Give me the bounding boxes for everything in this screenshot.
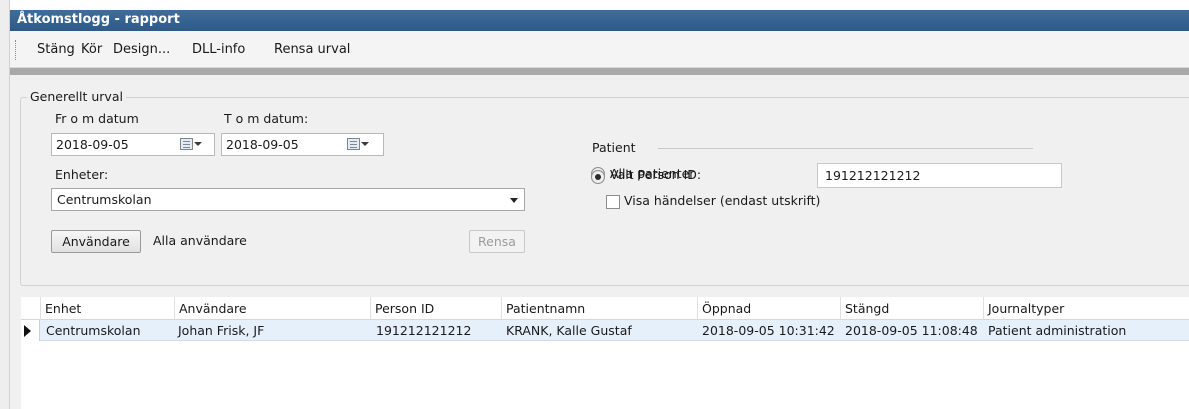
- row-selector[interactable]: [21, 320, 40, 341]
- menu-item-design[interactable]: Design...: [113, 42, 170, 57]
- from-date-value: 2018-09-05: [56, 137, 129, 152]
- cell-journaltyper[interactable]: Patient administration: [988, 320, 1126, 341]
- cell-enhet[interactable]: Centrumskolan: [46, 320, 141, 341]
- clear-users-button[interactable]: Rensa: [469, 230, 525, 253]
- menu-item-stang[interactable]: Stäng: [37, 42, 75, 57]
- units-label: Enheter:: [55, 167, 109, 182]
- column-header-oppnad[interactable]: Öppnad: [697, 297, 840, 320]
- selected-person-label: Valt Person ID:: [610, 167, 702, 182]
- column-header-person-id[interactable]: Person ID: [370, 297, 501, 320]
- grid-header: Enhet Användare Person ID Patientnamn Öp…: [21, 297, 1189, 320]
- dropdown-arrow-icon: [510, 198, 518, 203]
- window-left-edge: [0, 0, 10, 409]
- to-date-picker[interactable]: 2018-09-05: [221, 133, 384, 156]
- column-header-anvandare[interactable]: Användare: [174, 297, 370, 320]
- cell-oppnad[interactable]: 2018-09-05 10:31:42: [702, 320, 835, 341]
- window-title: Åtkomstlogg - rapport: [17, 12, 180, 27]
- users-selection-value: Alla användare: [153, 233, 247, 248]
- calendar-icon: [180, 138, 193, 150]
- menu-item-kor[interactable]: Kör: [81, 42, 102, 57]
- chevron-down-icon: [194, 142, 202, 146]
- from-date-label: Fr o m datum: [55, 111, 139, 126]
- menu-item-dll-info[interactable]: DLL-info: [192, 42, 245, 57]
- chevron-down-icon: [361, 142, 369, 146]
- to-date-value: 2018-09-05: [226, 137, 299, 152]
- cell-patientnamn[interactable]: KRANK, Kalle Gustaf: [506, 320, 632, 341]
- window-titlebar: Åtkomstlogg - rapport: [10, 10, 1189, 31]
- column-header-journaltyper[interactable]: Journaltyper: [983, 297, 1189, 320]
- toolbar-separator: [10, 68, 1189, 75]
- from-date-dropdown-button[interactable]: [180, 137, 202, 153]
- show-events-label: Visa händelser (endast utskrift): [624, 193, 821, 208]
- to-date-dropdown-button[interactable]: [347, 137, 369, 153]
- toolbar-grip-handle[interactable]: [15, 40, 18, 60]
- menu-bar: Stäng Kör Design... DLL-info Rensa urval: [10, 31, 1189, 68]
- menu-item-rensa-urval[interactable]: Rensa urval: [274, 42, 350, 57]
- general-selection-legend: Generellt urval: [27, 89, 126, 104]
- from-date-picker[interactable]: 2018-09-05: [51, 133, 215, 156]
- units-selected-value: Centrumskolan: [57, 192, 152, 207]
- person-id-input[interactable]: 191212121212: [817, 163, 1062, 188]
- cell-anvandare[interactable]: Johan Frisk, JF: [178, 320, 264, 341]
- cell-stangd[interactable]: 2018-09-05 11:08:48: [845, 320, 978, 341]
- to-date-label: T o m datum:: [224, 111, 309, 126]
- cell-person-id[interactable]: 191212121212: [376, 320, 471, 341]
- users-button[interactable]: Användare: [51, 230, 141, 253]
- patient-section-label: Patient: [592, 140, 636, 155]
- column-header-stangd[interactable]: Stängd: [840, 297, 983, 320]
- current-row-arrow-icon: [24, 325, 31, 337]
- show-events-checkbox[interactable]: [606, 195, 620, 209]
- calendar-icon: [347, 138, 360, 150]
- column-header-patientnamn[interactable]: Patientnamn: [501, 297, 697, 320]
- selected-person-radio[interactable]: [591, 170, 605, 184]
- results-grid: Enhet Användare Person ID Patientnamn Öp…: [21, 297, 1189, 409]
- table-row[interactable]: Centrumskolan Johan Frisk, JF 1912121212…: [21, 320, 1189, 341]
- column-header-enhet[interactable]: Enhet: [40, 297, 174, 320]
- units-dropdown[interactable]: Centrumskolan: [51, 188, 525, 211]
- patient-section-divider: [658, 148, 1033, 149]
